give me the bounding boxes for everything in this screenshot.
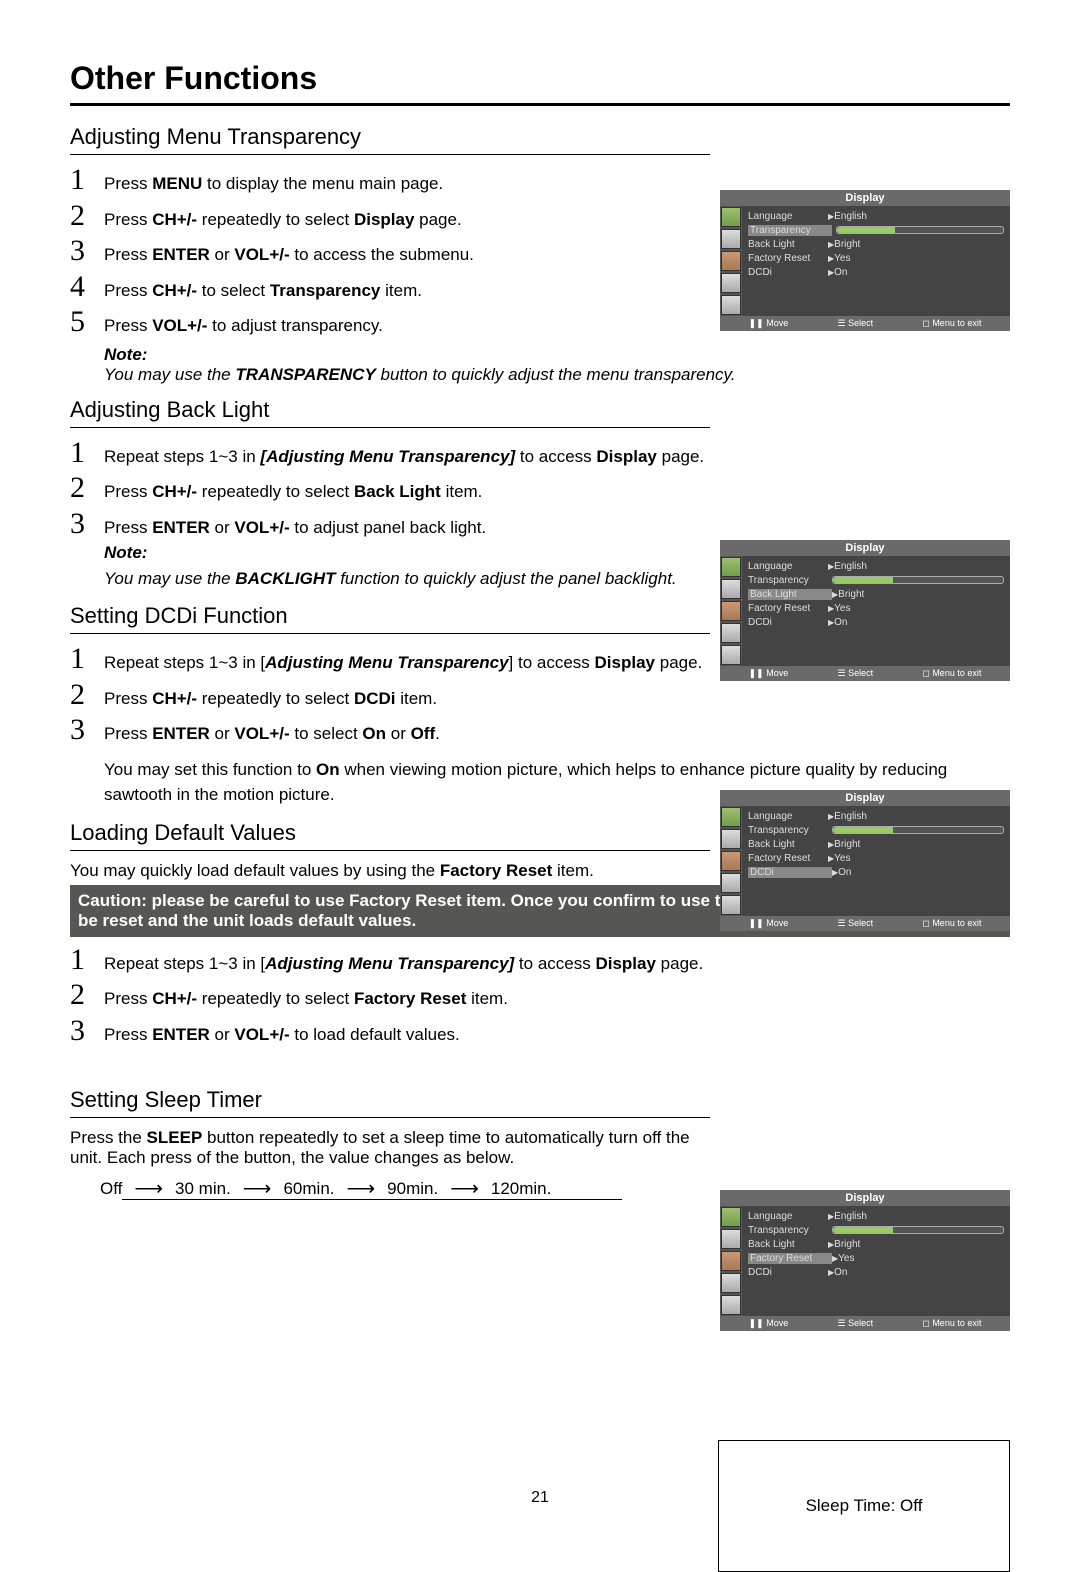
step-text: Press ENTER or VOL+/- to load default va… [104, 1016, 460, 1048]
osd-tab-icon [721, 579, 741, 599]
step-text: Repeat steps 1~3 in [Adjusting Menu Tran… [104, 945, 703, 977]
step-text: Press ENTER or VOL+/- to select On or Of… [104, 715, 440, 747]
page-title: Other Functions [70, 60, 1010, 106]
pause-icon: ❚❚ Move [749, 318, 789, 329]
osd-tab-icon [721, 895, 741, 915]
osd-tab-icon [721, 807, 741, 827]
osd-tab-icon [721, 1207, 741, 1227]
osd-tab-icon [721, 851, 741, 871]
arrow-right-icon: ⟶ [243, 1176, 272, 1201]
step-number: 4 [70, 272, 104, 302]
osd-tab-icon [721, 557, 741, 577]
step-text: Press CH+/- repeatedly to select Back Li… [104, 473, 482, 505]
osd-display-factory-reset: Display LanguageEnglish Transparency Bac… [720, 1190, 1010, 1331]
step-text: Press VOL+/- to adjust transparency. [104, 307, 383, 339]
page-number: 21 [0, 1489, 1080, 1507]
step-text: Repeat steps 1~3 in [Adjusting Menu Tran… [104, 438, 704, 470]
step-number: 2 [70, 980, 104, 1010]
note-title: Note: [104, 345, 1010, 365]
step-text: Press CH+/- to select Transparency item. [104, 272, 422, 304]
osd-tab-icon [721, 601, 741, 621]
return-line [122, 1199, 622, 1200]
step-text: Press CH+/- repeatedly to select Factory… [104, 980, 508, 1012]
osd-tab-icon [721, 1273, 741, 1293]
osd-tab-icon [721, 1295, 741, 1315]
step-number: 1 [70, 165, 104, 195]
equals-icon: ☰ Select [837, 318, 873, 329]
step-number: 1 [70, 438, 104, 468]
step-number: 2 [70, 473, 104, 503]
osd-tab-icon [721, 645, 741, 665]
heading-backlight: Adjusting Back Light [70, 397, 710, 428]
osd-tab-icon [721, 295, 741, 315]
osd-tab-icon [721, 273, 741, 293]
heading-defaults: Loading Default Values [70, 820, 710, 851]
step-number: 2 [70, 680, 104, 710]
step-number: 3 [70, 715, 104, 745]
step-number: 5 [70, 307, 104, 337]
osd-tab-icon [721, 623, 741, 643]
osd-tab-icon [721, 207, 741, 227]
osd-display-dcdi: Display LanguageEnglish Transparency Bac… [720, 790, 1010, 931]
sleep-flow: Off⟶ 30 min.⟶ 60min.⟶ 90min.⟶ 120min. [100, 1176, 660, 1201]
osd-tab-icon [721, 873, 741, 893]
step-number: 2 [70, 201, 104, 231]
osd-tab-icon [721, 251, 741, 271]
heading-transparency: Adjusting Menu Transparency [70, 124, 710, 155]
step-number: 1 [70, 644, 104, 674]
osd-display-transparency: Display LanguageEnglish Transparency Bac… [720, 190, 1010, 331]
osd-tab-icon [721, 1229, 741, 1249]
arrow-right-icon: ⟶ [134, 1176, 163, 1201]
step-text: Press MENU to display the menu main page… [104, 165, 443, 197]
sleep-body: Press the SLEEP button repeatedly to set… [70, 1128, 690, 1168]
osd-tab-icon [721, 229, 741, 249]
step-text: Press ENTER or VOL+/- to access the subm… [104, 236, 474, 268]
heading-dcdi: Setting DCDi Function [70, 603, 710, 634]
step-text: Press ENTER or VOL+/- to adjust panel ba… [104, 509, 677, 592]
osd-tab-icon [721, 1251, 741, 1271]
heading-sleep: Setting Sleep Timer [70, 1087, 710, 1118]
menu-icon: ◻ Menu to exit [922, 318, 981, 329]
arrow-right-icon: ⟶ [450, 1176, 479, 1201]
step-text: Press CH+/- repeatedly to select DCDi it… [104, 680, 437, 712]
step-text: Press CH+/- repeatedly to select Display… [104, 201, 462, 233]
osd-display-backlight: Display LanguageEnglish Transparency Bac… [720, 540, 1010, 681]
step-number: 3 [70, 236, 104, 266]
note-body: You may use the TRANSPARENCY button to q… [104, 365, 1010, 385]
arrow-right-icon: ⟶ [347, 1176, 376, 1201]
step-number: 1 [70, 945, 104, 975]
step-number: 3 [70, 509, 104, 539]
step-text: Repeat steps 1~3 in [Adjusting Menu Tran… [104, 644, 702, 676]
osd-tab-icon [721, 829, 741, 849]
step-number: 3 [70, 1016, 104, 1046]
